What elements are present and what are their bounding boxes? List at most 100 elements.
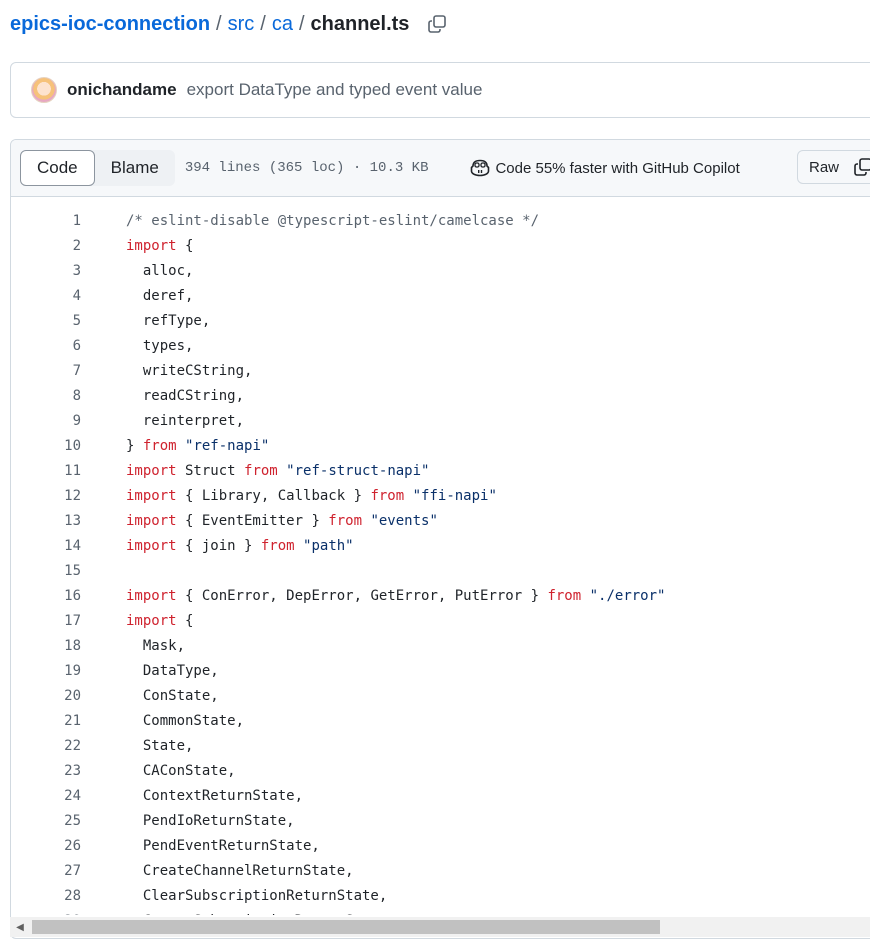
line-number[interactable]: 17 (11, 613, 126, 629)
line-number[interactable]: 9 (11, 413, 126, 429)
code-text: CAConState, (126, 762, 236, 779)
code-line: 18 Mask, (11, 633, 665, 658)
line-number[interactable]: 16 (11, 588, 126, 604)
code-line: 12 import { Library, Callback } from "ffi… (11, 483, 665, 508)
code-line: 4 deref, (11, 283, 665, 308)
line-number[interactable]: 3 (11, 263, 126, 279)
avatar[interactable] (31, 77, 57, 103)
line-number[interactable]: 2 (11, 238, 126, 254)
code-text: writeCString, (126, 362, 253, 379)
raw-button[interactable]: Raw (797, 150, 852, 184)
line-content: PendIoReturnState, (126, 813, 295, 829)
code-lines: 1/* eslint-disable @typescript-eslint/ca… (11, 208, 665, 916)
code-text: CreateChannelReturnState, (126, 862, 354, 879)
code-line: 1/* eslint-disable @typescript-eslint/ca… (11, 208, 665, 233)
line-number[interactable]: 25 (11, 813, 126, 829)
line-number[interactable]: 13 (11, 513, 126, 529)
code-line: 25 PendIoReturnState, (11, 808, 665, 833)
code-string: "path" (303, 537, 354, 554)
line-number[interactable]: 1 (11, 213, 126, 229)
code-string: "ref-struct-napi" (286, 462, 430, 479)
code-text: CommonState, (126, 712, 245, 729)
tab-code[interactable]: Code (20, 150, 95, 186)
line-number[interactable]: 24 (11, 788, 126, 804)
code-line: 14 import { join } from "path" (11, 533, 665, 558)
line-content: CreateSubscriptionReturnState, (126, 913, 396, 916)
line-number[interactable]: 18 (11, 638, 126, 654)
code-comment: /* eslint-disable @typescript-eslint/cam… (126, 212, 540, 229)
code-text: { join } (176, 537, 261, 554)
code-text: { (176, 612, 194, 629)
commit-author-link[interactable]: onichandame (67, 80, 177, 100)
code-line: 23 CAConState, (11, 758, 665, 783)
line-content: Mask, (126, 638, 185, 654)
line-number[interactable]: 21 (11, 713, 126, 729)
code-area[interactable]: 1/* eslint-disable @typescript-eslint/ca… (11, 197, 870, 916)
code-line: 7 writeCString, (11, 358, 665, 383)
line-content: import { (126, 238, 193, 254)
line-number[interactable]: 26 (11, 838, 126, 854)
breadcrumb-ca-link[interactable]: ca (272, 13, 293, 36)
code-text: Mask, (126, 637, 186, 654)
code-text: { EventEmitter } (176, 512, 329, 529)
line-number[interactable]: 7 (11, 363, 126, 379)
line-number[interactable]: 27 (11, 863, 126, 879)
line-number[interactable]: 4 (11, 288, 126, 304)
line-number[interactable]: 28 (11, 888, 126, 904)
line-content: import { EventEmitter } from "events" (126, 513, 438, 529)
code-line: 5 refType, (11, 308, 665, 333)
line-content: CAConState, (126, 763, 236, 779)
line-number[interactable]: 5 (11, 313, 126, 329)
line-content: State, (126, 738, 194, 754)
line-number[interactable]: 12 (11, 488, 126, 504)
code-text: DataType, (126, 662, 219, 679)
line-number[interactable]: 22 (11, 738, 126, 754)
code-keyword: import (126, 237, 177, 254)
line-content: /* eslint-disable @typescript-eslint/cam… (126, 213, 539, 229)
code-text: ContextReturnState, (126, 787, 304, 804)
code-text: Struct (176, 462, 245, 479)
copy-raw-button[interactable] (847, 150, 870, 184)
copy-path-button[interactable] (427, 14, 447, 34)
code-line: 15 (11, 558, 665, 583)
code-keyword: from (260, 537, 295, 554)
line-number[interactable]: 11 (11, 463, 126, 479)
triangle-left-icon[interactable]: ◀ (10, 917, 30, 937)
line-number[interactable]: 29 (11, 913, 126, 916)
line-content: readCString, (126, 388, 244, 404)
code-keyword: from (142, 437, 177, 454)
line-number[interactable]: 23 (11, 763, 126, 779)
line-number[interactable]: 6 (11, 338, 126, 354)
code-line: 2 import { (11, 233, 665, 258)
line-number[interactable]: 14 (11, 538, 126, 554)
breadcrumb-separator: / (216, 12, 222, 35)
tab-blame[interactable]: Blame (95, 150, 175, 186)
breadcrumb-repo-link[interactable]: epics-ioc-connection (10, 13, 210, 36)
code-line: 3 alloc, (11, 258, 665, 283)
copy-icon (854, 158, 870, 176)
commit-message-link[interactable]: export DataType and typed event value (187, 80, 483, 100)
line-number[interactable]: 15 (11, 563, 126, 579)
horizontal-scrollbar[interactable]: ◀ (10, 917, 870, 937)
code-line: 6 types, (11, 333, 665, 358)
code-text: CreateSubscriptionReturnState, (126, 913, 396, 916)
line-number[interactable]: 10 (11, 438, 126, 454)
code-line: 26 PendEventReturnState, (11, 833, 665, 858)
line-content: refType, (126, 313, 210, 329)
code-text: types, (126, 337, 194, 354)
code-text: refType, (126, 312, 211, 329)
code-text: { (176, 237, 194, 254)
code-keyword: from (244, 462, 278, 479)
scrollbar-thumb[interactable] (32, 920, 660, 934)
breadcrumb-src-link[interactable]: src (228, 13, 255, 36)
line-number[interactable]: 19 (11, 663, 126, 679)
file-header: Code Blame 394 lines (365 loc) · 10.3 KB… (11, 140, 870, 197)
line-number[interactable]: 20 (11, 688, 126, 704)
code-line: 21 CommonState, (11, 708, 665, 733)
view-mode-toggle: Code Blame (20, 150, 175, 186)
line-number[interactable]: 8 (11, 388, 126, 404)
copilot-promo-link[interactable]: Code 55% faster with GitHub Copilot (470, 159, 740, 177)
